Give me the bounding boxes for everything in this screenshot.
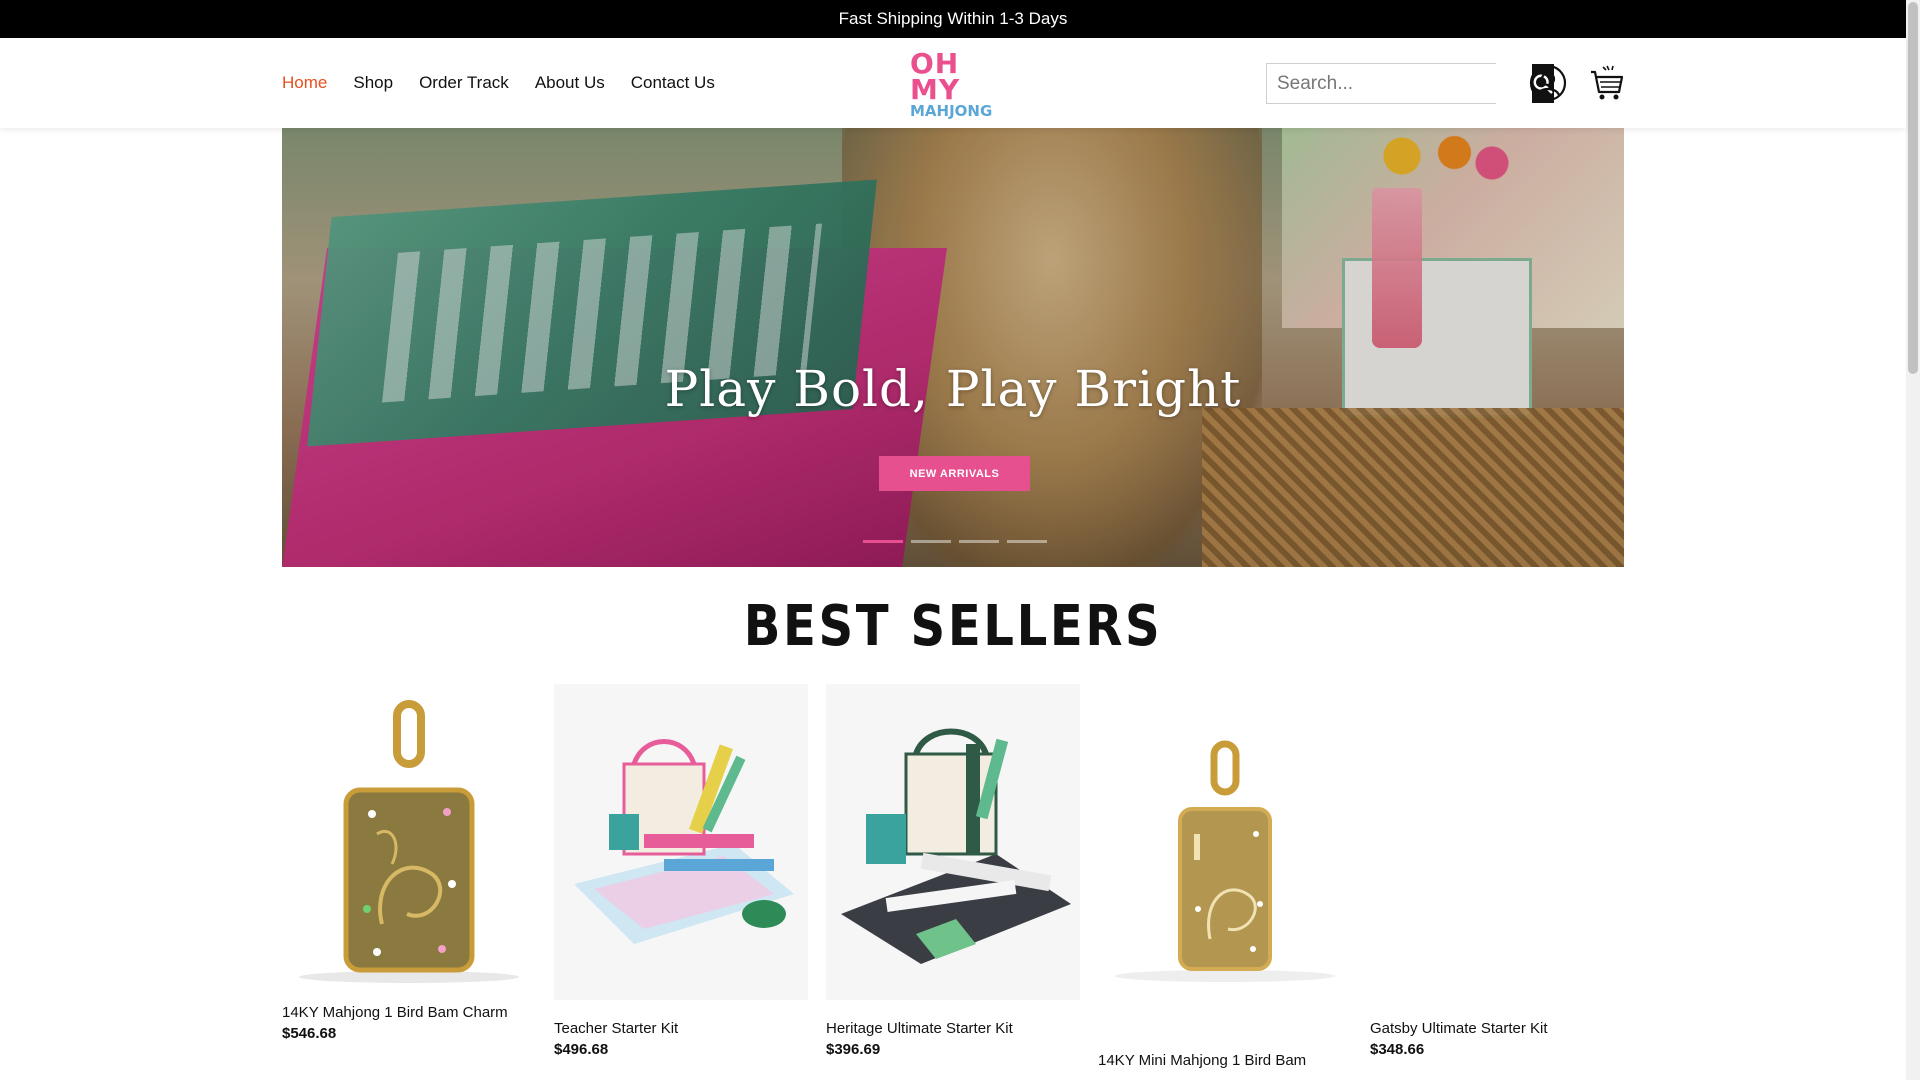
product-price: $396.69 [826,1041,881,1058]
product-card[interactable]: 14KY Mini Mahjong 1 Bird Bam [1098,684,1352,1069]
site-logo[interactable]: OH MY MAHJONG [910,50,1002,120]
charm-image [299,700,519,983]
account-button[interactable] [1529,64,1567,102]
nav-home[interactable]: Home [282,73,327,93]
logo-line-3: MAHJONG [910,102,993,120]
page-scrollbar[interactable] [1906,0,1920,1080]
product-name[interactable]: Gatsby Ultimate Starter Kit [1370,1020,1624,1037]
product-card[interactable]: Heritage Ultimate Starter Kit $396.69 [826,684,1080,1058]
site-header: Home Shop Order Track About Us Contact U… [0,38,1906,128]
mini-charm-image [1115,740,1335,982]
product-image[interactable] [1098,684,1352,1046]
slider-dot-3[interactable] [959,540,999,543]
scrollbar-thumb[interactable] [1908,2,1918,374]
nav-contact-us[interactable]: Contact Us [631,73,715,93]
nav-about-us[interactable]: About Us [535,73,605,93]
product-name[interactable]: 14KY Mahjong 1 Bird Bam Charm [282,1004,536,1021]
announcement-text: Fast Shipping Within 1-3 Days [838,9,1068,28]
slider-dot-4[interactable] [1007,540,1047,543]
product-image[interactable] [554,684,808,1000]
nav-shop[interactable]: Shop [353,73,393,93]
user-icon [1529,64,1567,102]
search-form [1266,63,1554,104]
logo-line-2: MY [910,73,961,106]
heritage-kit-image [841,728,1071,964]
slider-dot-1[interactable] [863,540,903,543]
product-price: $348.66 [1370,1041,1425,1058]
announcement-bar: Fast Shipping Within 1-3 Days [0,0,1906,38]
best-sellers-heading: BEST SELLERS [743,594,1163,659]
product-card[interactable]: Gatsby Ultimate Starter Kit $348.66 [1370,684,1624,1058]
product-name[interactable]: 14KY Mini Mahjong 1 Bird Bam [1098,1052,1352,1069]
product-price: $546.68 [282,1025,337,1042]
product-name[interactable]: Heritage Ultimate Starter Kit [826,1020,1080,1037]
starter-kit-image [574,739,794,944]
slider-dot-2[interactable] [911,540,951,543]
product-image[interactable] [282,684,536,984]
product-image[interactable] [826,684,1080,1000]
product-name[interactable]: Teacher Starter Kit [554,1020,808,1037]
slider-dots [863,540,1047,543]
new-arrivals-button[interactable]: NEW ARRIVALS [879,456,1030,491]
main-nav: Home Shop Order Track About Us Contact U… [282,38,715,128]
product-image[interactable] [1370,684,1624,1000]
hero-banner[interactable]: Play Bold, Play Bright NEW ARRIVALS [282,128,1624,567]
product-card[interactable]: Teacher Starter Kit $496.68 [554,684,808,1058]
cart-button[interactable] [1589,64,1625,102]
hero-title: Play Bold, Play Bright [664,360,1242,418]
nav-order-track[interactable]: Order Track [419,73,509,93]
cart-icon [1591,65,1624,100]
product-price: $496.68 [554,1041,609,1058]
product-card[interactable]: 14KY Mahjong 1 Bird Bam Charm $546.68 [282,684,536,1042]
search-input[interactable] [1267,64,1532,103]
